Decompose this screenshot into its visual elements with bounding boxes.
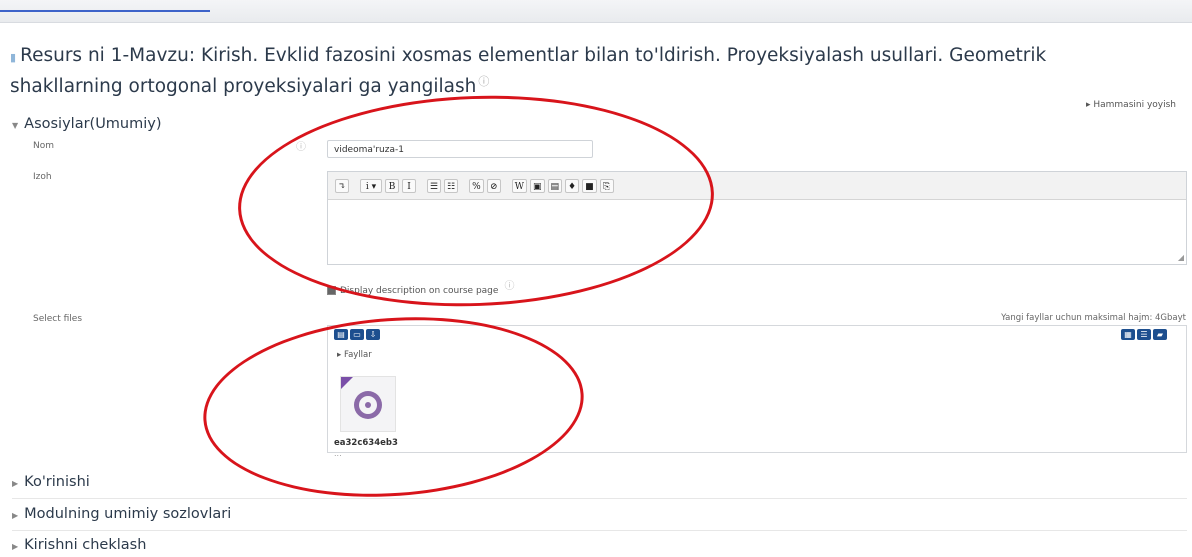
max-file-size: Yangi fayllar uchun maksimal hajm: 4Gbay… [1001, 313, 1186, 323]
manage-files-button[interactable]: ⎘ [599, 178, 614, 193]
grid-view-icon[interactable]: ▦ [1121, 329, 1135, 340]
toolbar-toggle-button[interactable]: ↴ [335, 178, 349, 193]
unordered-list-button[interactable]: ☰ [427, 178, 442, 193]
help-icon[interactable]: ⓘ [478, 75, 489, 88]
list-view-icon[interactable]: ☰ [1137, 329, 1151, 340]
style-dropdown-button[interactable]: i ▾ [360, 178, 382, 193]
image-button[interactable]: ▣ [529, 178, 545, 193]
ordered-list-button[interactable]: ☷ [444, 178, 459, 193]
help-icon[interactable]: ⓘ [504, 281, 514, 292]
name-label: Nom [33, 141, 55, 151]
create-folder-icon[interactable]: ▭ [350, 329, 364, 340]
name-input[interactable]: videoma'ruza-1 [327, 140, 593, 158]
section-divider [12, 498, 1187, 499]
resource-icon: ▮ [10, 51, 17, 64]
word-import-button[interactable]: W [511, 178, 527, 193]
video-file-thumbnail[interactable] [340, 376, 396, 432]
media-button[interactable]: ▤ [547, 178, 563, 193]
file-fold-icon [341, 377, 353, 389]
file-name[interactable]: ea32c634eb3 [334, 438, 398, 448]
description-editor[interactable]: ↴ i ▾ B I ☰ ☷ % ⊘ W ▣ ▤ ♦ ■ ⎘ ◢ [327, 171, 1187, 265]
unlink-button[interactable]: ⊘ [486, 178, 501, 193]
caret-right-icon: ▶ [12, 479, 19, 488]
section-common-settings[interactable]: ▶ Modulning umimiy sozlovlari [12, 506, 231, 522]
section-view[interactable]: ▶ Ko'rinishi [12, 474, 90, 490]
resize-handle-icon[interactable]: ◢ [1178, 253, 1184, 262]
section-divider [12, 530, 1187, 531]
section-general[interactable]: ▼ Asosiylar(Umumiy) [12, 116, 162, 132]
display-description-option[interactable]: Display description on course page ⓘ [327, 281, 514, 296]
active-tab-indicator [0, 10, 210, 12]
section-restrict-access[interactable]: ▶ Kirishni cheklash [12, 537, 146, 553]
page-title: ▮ Resurs ni 1-Mavzu: Kirish. Evklid fazos… [10, 45, 1047, 98]
display-description-checkbox[interactable] [327, 286, 336, 295]
record-audio-button[interactable]: ♦ [565, 178, 580, 193]
caret-right-icon: ▶ [12, 542, 19, 551]
record-video-button[interactable]: ■ [582, 178, 597, 193]
breadcrumb[interactable]: ▸ Fayllar [337, 350, 372, 360]
bold-button[interactable]: B [385, 178, 399, 193]
required-info-icon: ⓘ [296, 142, 306, 153]
tree-view-icon[interactable]: ▰ [1153, 329, 1167, 340]
film-reel-icon [354, 391, 382, 419]
top-bar [0, 0, 1192, 23]
add-file-icon[interactable]: ▤ [334, 329, 348, 340]
description-label: Izoh [33, 172, 52, 182]
download-icon[interactable]: ⇩ [366, 329, 380, 340]
expand-all-link[interactable]: ▸ Hammasini yoyish [1086, 100, 1176, 110]
select-files-label: Select files [33, 314, 83, 324]
italic-button[interactable]: I [402, 178, 416, 193]
link-button[interactable]: % [469, 178, 484, 193]
caret-right-icon: ▶ [12, 511, 19, 520]
file-name-continuation: ... [334, 449, 342, 458]
caret-down-icon: ▼ [12, 121, 19, 130]
editor-toolbar: ↴ i ▾ B I ☰ ☷ % ⊘ W ▣ ▤ ♦ ■ ⎘ [328, 172, 1186, 200]
file-picker[interactable]: ▤ ▭ ⇩ ▦ ☰ ▰ ▸ Fayllar ea32c634eb3 ... [327, 325, 1187, 458]
